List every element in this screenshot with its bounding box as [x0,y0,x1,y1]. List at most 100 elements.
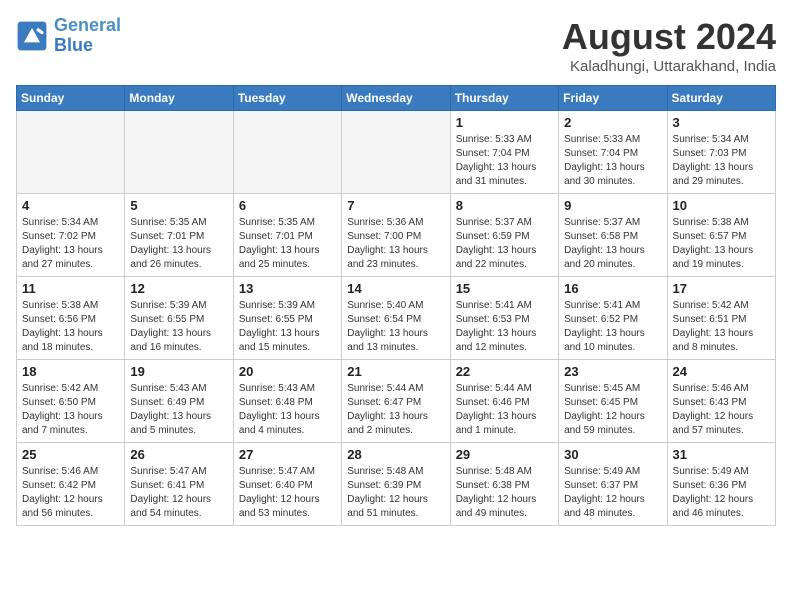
day-number: 12 [130,281,227,296]
calendar-cell: 18 Sunrise: 5:42 AM Sunset: 6:50 PM Dayli… [17,360,125,443]
calendar-week-row: 4 Sunrise: 5:34 AM Sunset: 7:02 PM Daylig… [17,194,776,277]
calendar-cell: 3 Sunrise: 5:34 AM Sunset: 7:03 PM Daylig… [667,111,775,194]
day-info: Sunrise: 5:39 AM Sunset: 6:55 PM Dayligh… [130,299,227,355]
day-number: 5 [130,198,227,213]
calendar-cell: 8Sunrise: 5:37 AM Sunset: 6:59 PM Daylig… [450,194,558,277]
calendar-cell: 19Sunrise: 5:43 AM Sunset: 6:49 PM Dayli… [125,360,233,443]
day-number: 1 [456,115,553,130]
calendar-cell: 5 Sunrise: 5:35 AM Sunset: 7:01 PM Daylig… [125,194,233,277]
day-info: Sunrise: 5:48 AM Sunset: 6:38 PM Dayligh… [456,465,553,521]
weekday-header: Wednesday [342,86,450,111]
day-info: Sunrise: 5:45 AM Sunset: 6:45 PM Dayligh… [564,382,661,438]
day-number: 23 [564,364,661,379]
day-info: Sunrise: 5:35 AM Sunset: 7:01 PM Dayligh… [239,216,336,272]
weekday-header: Saturday [667,86,775,111]
day-info: Sunrise: 5:44 AM Sunset: 6:47 PM Dayligh… [347,382,444,438]
day-number: 31 [673,447,770,462]
calendar-week-row: 1 Sunrise: 5:33 AM Sunset: 7:04 PM Daylig… [17,111,776,194]
logo: General Blue [16,16,121,56]
day-info: Sunrise: 5:47 AM Sunset: 6:41 PM Dayligh… [130,465,227,521]
day-number: 3 [673,115,770,130]
weekday-header: Monday [125,86,233,111]
day-info: Sunrise: 5:36 AM Sunset: 7:00 PM Dayligh… [347,216,444,272]
day-number: 7 [347,198,444,213]
calendar-cell: 1 Sunrise: 5:33 AM Sunset: 7:04 PM Daylig… [450,111,558,194]
calendar-cell [17,111,125,194]
day-info: Sunrise: 5:33 AM Sunset: 7:04 PM Dayligh… [456,133,553,189]
day-number: 29 [456,447,553,462]
day-number: 15 [456,281,553,296]
calendar-cell [233,111,341,194]
day-info: Sunrise: 5:44 AM Sunset: 6:46 PM Dayligh… [456,382,553,438]
day-number: 13 [239,281,336,296]
day-number: 27 [239,447,336,462]
logo-text: General Blue [54,16,121,56]
day-info: Sunrise: 5:40 AM Sunset: 6:54 PM Dayligh… [347,299,444,355]
calendar-cell: 15 Sunrise: 5:41 AM Sunset: 6:53 PM Dayli… [450,277,558,360]
day-number: 9 [564,198,661,213]
calendar-cell: 25Sunrise: 5:46 AM Sunset: 6:42 PM Dayli… [17,443,125,526]
calendar-cell: 20Sunrise: 5:43 AM Sunset: 6:48 PM Dayli… [233,360,341,443]
weekday-header: Thursday [450,86,558,111]
calendar-table: SundayMondayTuesdayWednesdayThursdayFrid… [16,85,776,526]
day-info: Sunrise: 5:41 AM Sunset: 6:52 PM Dayligh… [564,299,661,355]
title-block: August 2024 Kaladhungi, Uttarakhand, Ind… [562,16,776,75]
calendar-cell: 28Sunrise: 5:48 AM Sunset: 6:39 PM Dayli… [342,443,450,526]
calendar-cell [125,111,233,194]
calendar-title: August 2024 [562,16,776,58]
calendar-cell: 14Sunrise: 5:40 AM Sunset: 6:54 PM Dayli… [342,277,450,360]
calendar-cell: 7 Sunrise: 5:36 AM Sunset: 7:00 PM Daylig… [342,194,450,277]
calendar-cell: 10Sunrise: 5:38 AM Sunset: 6:57 PM Dayli… [667,194,775,277]
day-info: Sunrise: 5:43 AM Sunset: 6:48 PM Dayligh… [239,382,336,438]
calendar-cell: 30Sunrise: 5:49 AM Sunset: 6:37 PM Dayli… [559,443,667,526]
weekday-header: Tuesday [233,86,341,111]
calendar-cell: 26 Sunrise: 5:47 AM Sunset: 6:41 PM Dayli… [125,443,233,526]
calendar-cell: 4 Sunrise: 5:34 AM Sunset: 7:02 PM Daylig… [17,194,125,277]
calendar-subtitle: Kaladhungi, Uttarakhand, India [562,58,776,75]
day-number: 11 [22,281,119,296]
day-number: 19 [130,364,227,379]
day-number: 4 [22,198,119,213]
day-info: Sunrise: 5:47 AM Sunset: 6:40 PM Dayligh… [239,465,336,521]
day-info: Sunrise: 5:33 AM Sunset: 7:04 PM Dayligh… [564,133,661,189]
day-number: 6 [239,198,336,213]
calendar-cell: 29 Sunrise: 5:48 AM Sunset: 6:38 PM Dayli… [450,443,558,526]
day-info: Sunrise: 5:39 AM Sunset: 6:55 PM Dayligh… [239,299,336,355]
logo-icon [16,20,48,52]
calendar-cell: 9 Sunrise: 5:37 AM Sunset: 6:58 PM Daylig… [559,194,667,277]
calendar-cell: 31 Sunrise: 5:49 AM Sunset: 6:36 PM Dayli… [667,443,775,526]
day-info: Sunrise: 5:49 AM Sunset: 6:37 PM Dayligh… [564,465,661,521]
day-number: 26 [130,447,227,462]
weekday-header: Friday [559,86,667,111]
calendar-cell: 12 Sunrise: 5:39 AM Sunset: 6:55 PM Dayli… [125,277,233,360]
day-info: Sunrise: 5:38 AM Sunset: 6:56 PM Dayligh… [22,299,119,355]
day-info: Sunrise: 5:35 AM Sunset: 7:01 PM Dayligh… [130,216,227,272]
day-number: 2 [564,115,661,130]
weekday-row: SundayMondayTuesdayWednesdayThursdayFrid… [17,86,776,111]
day-info: Sunrise: 5:46 AM Sunset: 6:43 PM Dayligh… [673,382,770,438]
calendar-cell: 17 Sunrise: 5:42 AM Sunset: 6:51 PM Dayli… [667,277,775,360]
calendar-header: SundayMondayTuesdayWednesdayThursdayFrid… [17,86,776,111]
day-info: Sunrise: 5:37 AM Sunset: 6:58 PM Dayligh… [564,216,661,272]
calendar-cell [342,111,450,194]
calendar-cell: 23 Sunrise: 5:45 AM Sunset: 6:45 PM Dayli… [559,360,667,443]
day-number: 28 [347,447,444,462]
day-number: 18 [22,364,119,379]
calendar-cell: 13 Sunrise: 5:39 AM Sunset: 6:55 PM Dayli… [233,277,341,360]
day-info: Sunrise: 5:42 AM Sunset: 6:50 PM Dayligh… [22,382,119,438]
day-info: Sunrise: 5:42 AM Sunset: 6:51 PM Dayligh… [673,299,770,355]
page-header: General Blue August 2024 Kaladhungi, Utt… [16,16,776,75]
day-info: Sunrise: 5:34 AM Sunset: 7:03 PM Dayligh… [673,133,770,189]
day-info: Sunrise: 5:49 AM Sunset: 6:36 PM Dayligh… [673,465,770,521]
day-info: Sunrise: 5:41 AM Sunset: 6:53 PM Dayligh… [456,299,553,355]
day-number: 24 [673,364,770,379]
day-info: Sunrise: 5:34 AM Sunset: 7:02 PM Dayligh… [22,216,119,272]
calendar-cell: 11 Sunrise: 5:38 AM Sunset: 6:56 PM Dayli… [17,277,125,360]
day-number: 21 [347,364,444,379]
day-number: 17 [673,281,770,296]
logo-line2: Blue [54,35,93,55]
day-number: 8 [456,198,553,213]
calendar-cell: 2 Sunrise: 5:33 AM Sunset: 7:04 PM Daylig… [559,111,667,194]
calendar-cell: 27 Sunrise: 5:47 AM Sunset: 6:40 PM Dayli… [233,443,341,526]
day-number: 16 [564,281,661,296]
